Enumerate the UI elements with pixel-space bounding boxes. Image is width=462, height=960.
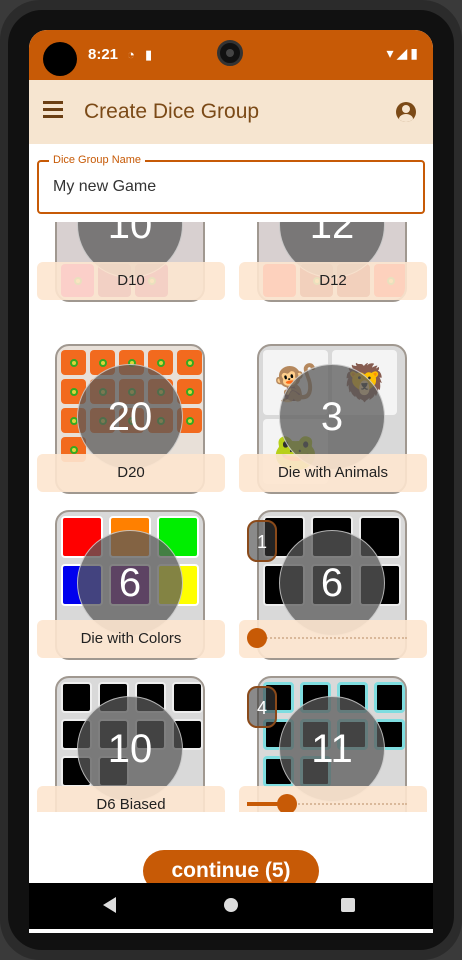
home-icon[interactable] <box>224 898 238 912</box>
dice-label: Die with Colors <box>37 620 225 658</box>
weight-badge: 1 <box>247 520 277 562</box>
weight-slider-track[interactable] <box>247 637 407 639</box>
app-bar: Create Dice Group <box>29 80 433 144</box>
back-icon[interactable] <box>103 897 116 913</box>
battery-icon: ▮ <box>410 45 421 61</box>
weight-badge: 4 <box>247 686 277 728</box>
punch-hole-camera <box>43 42 77 76</box>
front-camera <box>217 40 243 66</box>
account-icon[interactable] <box>396 102 416 122</box>
status-time: 8:21 <box>88 46 119 63</box>
slider-container <box>239 786 427 812</box>
signal-icon: ◢ <box>396 45 411 61</box>
dice-tile-d6-biased[interactable]: 10 D6 Biased <box>37 676 225 812</box>
screen: 8:21 ◔ ▮ ▾◢▮ Create Dice Group Dice Grou… <box>29 30 433 933</box>
dice-label: D6 Biased <box>37 786 225 812</box>
dice-label: D10 <box>37 262 225 300</box>
dice-group-name-field[interactable]: Dice Group Name <box>37 154 425 214</box>
weight-slider-thumb[interactable] <box>247 628 267 648</box>
menu-icon[interactable] <box>43 101 63 118</box>
settings-sync-icon: ◔ <box>127 47 135 62</box>
main-content: Dice Group Name 10 D10 <box>29 144 433 933</box>
dice-grid[interactable]: 10 D10 12 D12 20 D20 3 Die with Animals … <box>29 222 433 812</box>
dice-group-name-input[interactable] <box>53 178 413 196</box>
dice-tile-colors[interactable]: 6 Die with Colors <box>37 510 225 660</box>
dice-tile-d6-slider-b[interactable]: 4 11 <box>239 676 427 812</box>
dice-group-name-label: Dice Group Name <box>49 154 146 166</box>
dice-label: Die with Animals <box>239 454 427 492</box>
recents-icon[interactable] <box>341 898 355 912</box>
slider-container <box>239 620 427 658</box>
dice-tile-d12[interactable]: 12 D12 <box>239 222 427 302</box>
wifi-icon: ▾ <box>386 45 397 61</box>
status-bar: 8:21 ◔ ▮ ▾◢▮ <box>29 30 433 80</box>
sd-card-icon: ▮ <box>145 47 153 62</box>
dice-tile-d6-slider-a[interactable]: 1 6 <box>239 510 427 660</box>
dice-label: D12 <box>239 262 427 300</box>
status-right-icons: ▾◢▮ <box>386 45 421 62</box>
weight-slider-fill <box>247 802 279 806</box>
dice-tile-d10[interactable]: 10 D10 <box>37 222 225 302</box>
dice-tile-d20[interactable]: 20 D20 <box>37 344 225 494</box>
system-nav-bar <box>29 883 433 929</box>
dice-tile-animals[interactable]: 🐒 🦁 🐸 3 Die with Animals <box>239 344 427 494</box>
dice-label: D20 <box>37 454 225 492</box>
weight-slider-thumb[interactable] <box>277 794 297 812</box>
page-title: Create Dice Group <box>84 100 260 123</box>
